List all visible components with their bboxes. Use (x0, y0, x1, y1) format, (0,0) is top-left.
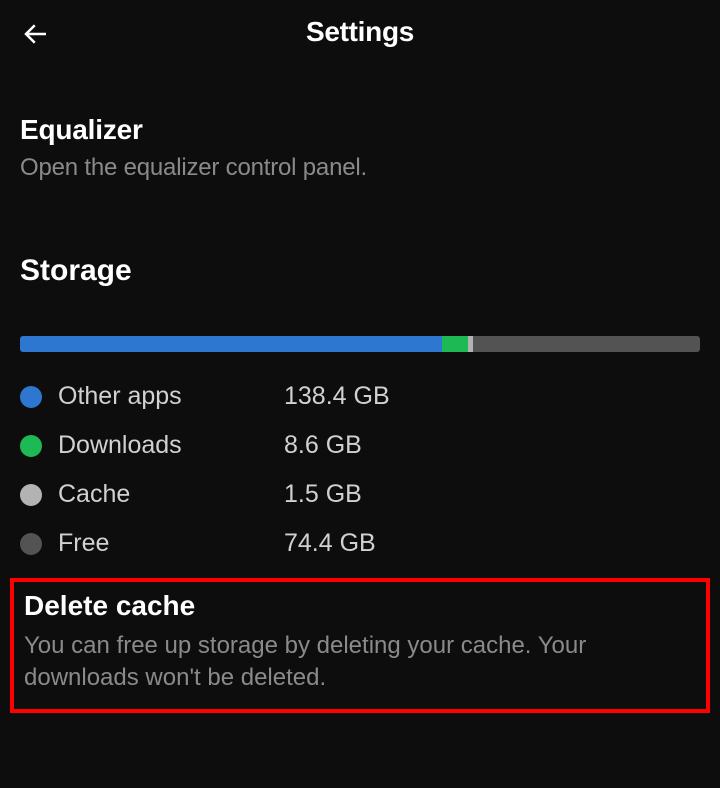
legend-label-other-apps: Other apps (58, 382, 284, 411)
legend-value-free: 74.4 GB (284, 529, 376, 558)
legend-label-cache: Cache (58, 480, 284, 509)
storage-bar-other-apps (20, 336, 442, 352)
legend-value-other-apps: 138.4 GB (284, 382, 390, 411)
legend-dot-free (20, 533, 42, 555)
equalizer-item[interactable]: Equalizer Open the equalizer control pan… (0, 114, 720, 182)
storage-heading: Storage (20, 254, 700, 288)
legend-row-other-apps: Other apps 138.4 GB (20, 382, 700, 411)
equalizer-subtitle: Open the equalizer control panel. (20, 154, 700, 182)
header-bar: Settings (0, 0, 720, 68)
storage-section: Storage Other apps 138.4 GB Downloads 8.… (0, 254, 720, 558)
page-title: Settings (20, 16, 700, 48)
legend-dot-cache (20, 484, 42, 506)
legend-row-cache: Cache 1.5 GB (20, 480, 700, 509)
legend-label-downloads: Downloads (58, 431, 284, 460)
storage-bar-downloads (442, 336, 468, 352)
delete-cache-subtitle: You can free up storage by deleting your… (24, 630, 696, 695)
storage-usage-bar (20, 336, 700, 352)
legend-value-cache: 1.5 GB (284, 480, 362, 509)
storage-legend: Other apps 138.4 GB Downloads 8.6 GB Cac… (20, 382, 700, 558)
delete-cache-title: Delete cache (24, 590, 696, 622)
back-button[interactable] (20, 18, 52, 50)
equalizer-title: Equalizer (20, 114, 700, 146)
storage-bar-free (473, 336, 700, 352)
legend-row-free: Free 74.4 GB (20, 529, 700, 558)
legend-value-downloads: 8.6 GB (284, 431, 362, 460)
legend-dot-other-apps (20, 386, 42, 408)
legend-row-downloads: Downloads 8.6 GB (20, 431, 700, 460)
legend-label-free: Free (58, 529, 284, 558)
delete-cache-item[interactable]: Delete cache You can free up storage by … (10, 578, 710, 713)
legend-dot-downloads (20, 435, 42, 457)
back-arrow-icon (21, 19, 51, 49)
